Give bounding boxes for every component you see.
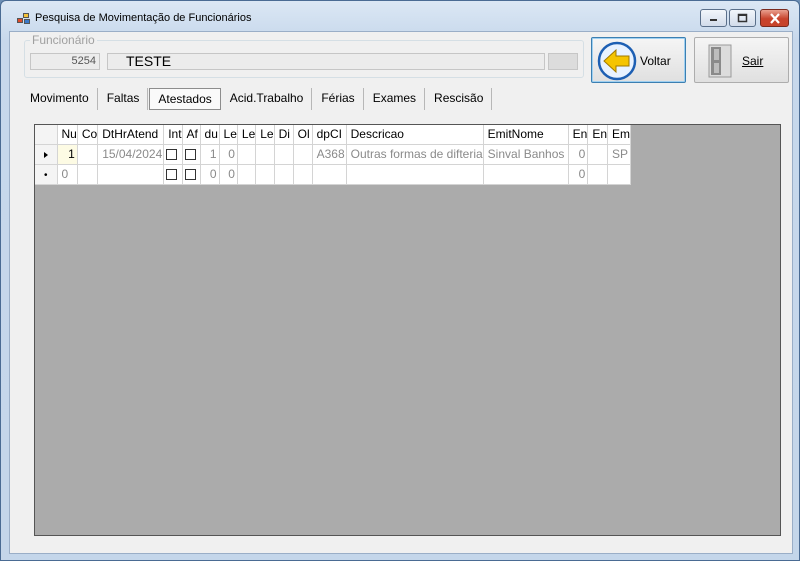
grid-header-row: Nu Co DtHrAtend Int Af du Le Le Le Di Ol… [35,125,632,145]
checkbox[interactable] [166,149,178,161]
grid-cell[interactable]: SP [607,144,632,165]
sair-label: Sair [742,54,764,68]
grid-cell[interactable] [274,164,294,185]
grid-cell[interactable] [255,164,275,185]
column-header[interactable]: Em [607,125,632,145]
minimize-icon [710,19,717,21]
column-header[interactable]: En [587,125,609,145]
grid-checkbox-cell[interactable] [163,164,183,185]
column-header[interactable]: Le [237,125,257,145]
grid-cell[interactable]: 0 [219,164,238,185]
sair-button[interactable]: Sair [694,37,789,83]
grid-cell[interactable]: 0 [219,144,238,165]
tab-strip: Movimento Faltas Atestados Acid.Trabalho… [22,88,493,110]
grid-checkbox-cell[interactable] [182,164,201,185]
tab-rescisao[interactable]: Rescisão [426,88,493,110]
grid-cell[interactable] [77,144,99,165]
column-header[interactable]: Af [182,125,201,145]
grid-cell[interactable] [587,164,609,185]
grid-checkbox-cell[interactable] [163,144,183,165]
funcionario-group-label: Funcionário [30,33,97,47]
checkbox[interactable] [184,169,196,181]
app-icon [17,13,31,25]
grid-cell[interactable] [97,164,165,185]
grid-cell[interactable] [483,164,569,185]
voltar-button[interactable]: Voltar [591,37,686,83]
table-row[interactable]: • 0 0 0 0 [35,164,632,185]
tab-faltas[interactable]: Faltas [99,88,149,110]
employee-code-field[interactable]: 5254 [30,53,100,70]
title-bar[interactable]: Pesquisa de Movimentação de Funcionários [1,1,799,35]
column-header[interactable]: Di [274,125,294,145]
column-header[interactable]: Nu [57,125,78,145]
grid-cell[interactable] [274,144,294,165]
close-icon [769,12,780,24]
tab-atestados[interactable]: Atestados [149,88,221,110]
grid-cell[interactable] [293,164,313,185]
grid-cell[interactable] [237,164,257,185]
funcionario-group: Funcionário 5254 TESTE [24,33,584,78]
grid-cell[interactable] [607,164,632,185]
new-row-indicator[interactable]: • [35,164,58,185]
column-header[interactable]: DtHrAtend [97,125,165,145]
grid-corner-cell[interactable] [35,125,58,145]
grid-cell[interactable]: 0 [568,144,589,165]
checkbox[interactable] [184,149,196,161]
client-area: Funcionário 5254 TESTE Voltar Sair Movim… [9,31,793,554]
atestados-grid[interactable]: Nu Co DtHrAtend Int Af du Le Le Le Di Ol… [34,124,781,536]
tab-ferias[interactable]: Férias [313,88,364,110]
column-header[interactable]: Le [219,125,238,145]
new-row-icon: • [43,170,48,181]
exit-door-icon [708,44,732,78]
grid-cell[interactable]: Sinval Banhos [483,144,569,165]
grid-cell[interactable] [255,144,275,165]
tab-exames[interactable]: Exames [365,88,426,110]
column-header[interactable]: Co [77,125,99,145]
column-header[interactable]: Descricao [346,125,484,145]
grid-cell[interactable] [312,164,347,185]
column-header[interactable]: Le [255,125,275,145]
table-row[interactable]: 1 15/04/2024 1 0 A368 Outras formas de d… [35,144,632,165]
close-button[interactable] [760,9,789,27]
grid-cell[interactable]: 0 [568,164,589,185]
row-pointer-icon [43,152,48,158]
maximize-button[interactable] [729,9,756,27]
grid-cell[interactable]: 15/04/2024 [97,144,165,165]
employee-extra-field[interactable] [548,53,578,70]
column-header[interactable]: du [200,125,220,145]
atestados-table: Nu Co DtHrAtend Int Af du Le Le Le Di Ol… [35,125,632,185]
grid-cell[interactable]: 0 [200,164,220,185]
current-row-indicator[interactable] [35,144,58,165]
column-header[interactable]: En [568,125,589,145]
grid-checkbox-cell[interactable] [182,144,201,165]
tab-movimento[interactable]: Movimento [22,88,98,110]
window-title: Pesquisa de Movimentação de Funcionários [35,12,252,24]
grid-cell[interactable]: 0 [57,164,78,185]
main-window: Pesquisa de Movimentação de Funcionários… [0,0,800,561]
tab-acid-trabalho[interactable]: Acid.Trabalho [222,88,313,110]
checkbox[interactable] [166,169,178,181]
column-header[interactable]: Int [163,125,183,145]
grid-cell[interactable]: Outras formas de difteria [346,144,484,165]
grid-cell[interactable] [237,144,257,165]
voltar-label: Voltar [640,54,671,68]
grid-cell[interactable]: 1 [200,144,220,165]
column-header[interactable]: Ol [293,125,313,145]
grid-cell[interactable] [587,144,609,165]
column-header[interactable]: dpCI [312,125,347,145]
grid-cell[interactable]: 1 [57,144,78,165]
employee-name-field[interactable]: TESTE [107,53,545,70]
grid-cell[interactable] [293,144,313,165]
grid-cell[interactable] [77,164,99,185]
minimize-button[interactable] [700,9,727,27]
column-header[interactable]: EmitNome [483,125,569,145]
back-arrow-icon [597,41,637,81]
grid-cell[interactable] [346,164,484,185]
grid-cell[interactable]: A368 [312,144,347,165]
maximize-icon [737,13,748,23]
